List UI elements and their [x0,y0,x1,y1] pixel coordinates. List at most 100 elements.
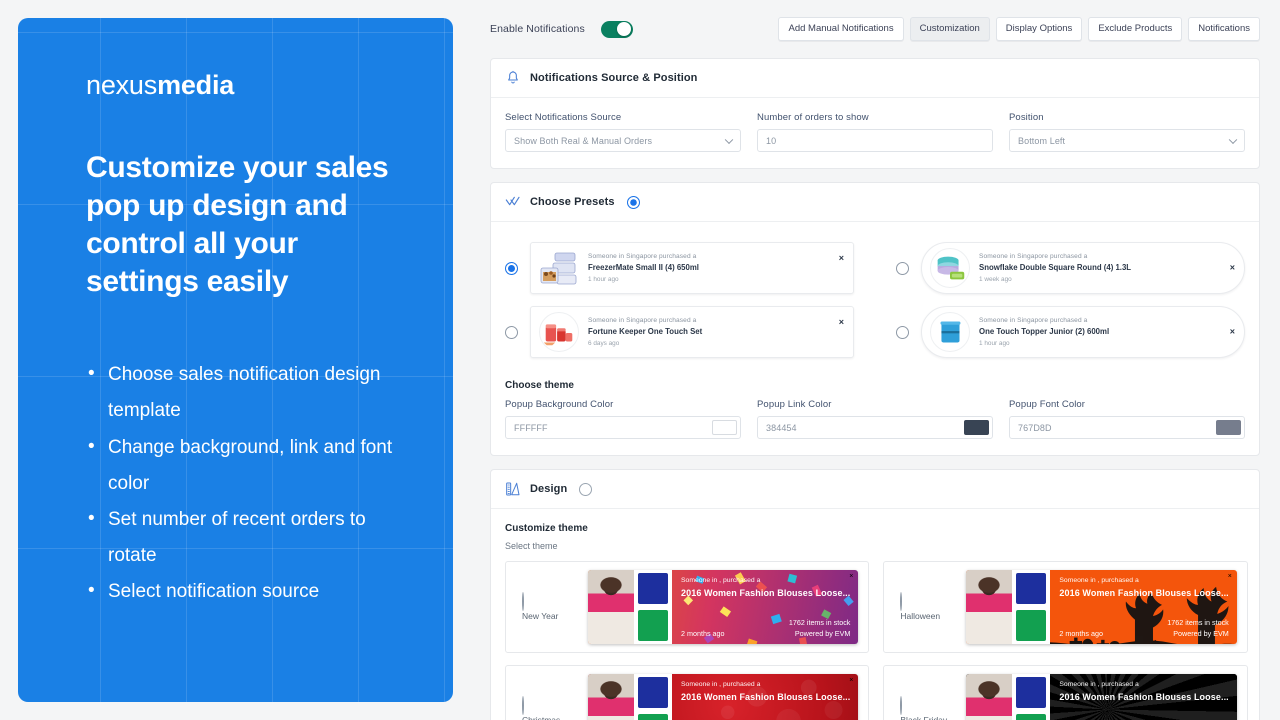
promo-headline: Customize your sales pop up design and c… [86,151,389,299]
enable-notifications-toggle[interactable] [600,20,633,38]
theme-label: Black Friday [900,715,948,720]
theme-label: Halloween [900,611,941,621]
theme-banner-preview: Someone in , purchased a 2016 Women Fash… [966,674,1237,720]
popup-link-color-input[interactable]: 384454 [757,416,993,439]
field-position: Position Bottom Left [1009,112,1245,152]
blue-shirt [1016,573,1047,604]
preset-radio[interactable] [896,325,909,339]
field-label: Popup Background Color [505,399,614,410]
close-icon[interactable]: × [849,677,853,684]
input-value: 384454 [766,422,797,433]
preset-option-freezermate[interactable]: Someone in Singapore purchased a Freezer… [505,236,854,300]
banner-subtitle: Someone in , purchased a [681,577,761,584]
close-icon[interactable]: × [839,318,844,327]
tab-customization[interactable]: Customization [909,17,990,41]
design-enable-radio[interactable] [579,482,593,496]
field-label: Popup Link Color [757,399,832,410]
blue-shirt [638,677,668,708]
field-label: Select Notifications Source [505,112,622,123]
theme-radio[interactable] [522,592,524,611]
input-value: FFFFFF [514,422,548,433]
choose-theme-heading: Choose theme [505,380,574,391]
card-title: Choose Presets [530,196,615,208]
banner-time: 2 months ago [1059,629,1103,638]
shirt-photos [634,674,672,720]
close-icon[interactable]: × [1230,327,1235,337]
preset-popup-preview: Someone in Singapore purchased a Snowfla… [921,242,1245,294]
chevron-down-icon [1228,135,1238,144]
theme-radio[interactable] [522,696,524,715]
close-icon[interactable]: × [1230,263,1235,273]
preset-popup-preview: Someone in Singapore purchased a One Tou… [921,306,1245,358]
tab-notifications[interactable]: Notifications [1188,17,1260,41]
banner-product-photo [966,674,1051,720]
popup-font-color-input[interactable]: 767D8D [1009,416,1245,439]
theme-option-halloween[interactable]: Halloween Someone in , purchased a 2016 … [883,561,1248,653]
color-swatch[interactable] [1216,420,1241,435]
blue-shirt [638,573,668,604]
field-label: Position [1009,112,1044,123]
tab-exclude-products[interactable]: Exclude Products [1088,17,1183,41]
enable-notifications-label: Enable Notifications [490,23,585,35]
product-thumbnail-one-touch-topper [940,321,961,343]
close-icon[interactable]: × [839,254,844,263]
presets-enable-radio[interactable] [626,195,640,209]
product-image [539,248,579,288]
banner-product-title: 2016 Women Fashion Blouses Loose... [681,692,851,702]
preset-option-fortune-keeper[interactable]: Someone in Singapore purchased a Fortune… [505,300,854,364]
theme-option-black-friday[interactable]: Black Friday Someone in , purchased a 20… [883,665,1248,720]
theme-grid: New Year Someone in , purchased a 2016 W… [505,561,1248,720]
color-swatch[interactable] [712,420,737,435]
app-content: Enable Notifications Add Manual Notifica… [470,0,1280,720]
color-swatch[interactable] [964,420,989,435]
promo-panel: nexusmedia Customize your sales pop up d… [18,18,453,702]
preset-radio[interactable] [896,261,909,275]
green-shirt [638,714,668,720]
popup-subtitle: Someone in Singapore purchased a [979,252,1088,260]
banner-stock: 1762 items in stock [788,618,851,627]
close-icon[interactable]: × [1228,573,1232,580]
tab-display-options[interactable]: Display Options [995,17,1083,41]
presets-grid: Someone in Singapore purchased a Freezer… [505,236,1245,364]
select-value: Show Both Real & Manual Orders [514,135,653,146]
theme-option-new-year[interactable]: New Year Someone in , purchased a 2016 W… [505,561,870,653]
double-check-icon [505,196,520,206]
close-icon[interactable]: × [1228,677,1232,684]
theme-label: New Year [522,611,559,621]
field-label: Popup Font Color [1009,399,1086,410]
close-icon[interactable]: × [849,573,853,580]
preset-popup-preview: Someone in Singapore purchased a Freezer… [530,242,854,294]
theme-banner-preview: Someone in , purchased a 2016 Women Fash… [588,674,859,720]
preset-radio[interactable] [505,261,518,275]
promo-bullet-list: Choose sales notification design templat… [86,356,407,610]
banner-stock: 1762 items in stock [1167,618,1229,627]
tab-add-manual-notifications[interactable]: Add Manual Notifications [778,17,904,41]
banner-product-photo [588,570,672,644]
theme-radio[interactable] [900,592,903,611]
theme-radio[interactable] [900,696,903,715]
product-image [930,312,970,352]
field-popup-font-color: Popup Font Color 767D8D [1009,399,1245,439]
orders-count-input[interactable]: 10 [757,129,993,152]
field-label: Number of orders to show [757,112,869,123]
model-photo [966,674,1013,720]
customize-theme-title: Customize theme [505,523,588,534]
shirt-photos [1012,674,1051,720]
banner-subtitle: Someone in , purchased a [681,681,761,688]
popup-background-color-input[interactable]: FFFFFF [505,416,741,439]
model-photo [966,570,1013,644]
input-value: 10 [766,135,777,146]
notifications-source-select[interactable]: Show Both Real & Manual Orders [505,129,741,152]
banner-powered-by: Powered by EVM [794,629,851,638]
design-ruler-icon [506,482,520,496]
popup-subtitle: Someone in Singapore purchased a [588,252,697,260]
preset-radio[interactable] [505,325,518,339]
preset-option-snowflake[interactable]: Someone in Singapore purchased a Snowfla… [896,236,1245,300]
brand-logo: nexusmedia [86,70,407,101]
theme-option-christmas[interactable]: Christmas Someone in , purchased a 2016 … [505,665,870,720]
preset-option-one-touch-topper[interactable]: Someone in Singapore purchased a One Tou… [896,300,1245,364]
popup-subtitle: Someone in Singapore purchased a [979,316,1088,324]
select-value: Bottom Left [1018,135,1066,146]
tab-bar: Add Manual Notifications Customization D… [778,17,1260,41]
position-select[interactable]: Bottom Left [1009,129,1245,152]
